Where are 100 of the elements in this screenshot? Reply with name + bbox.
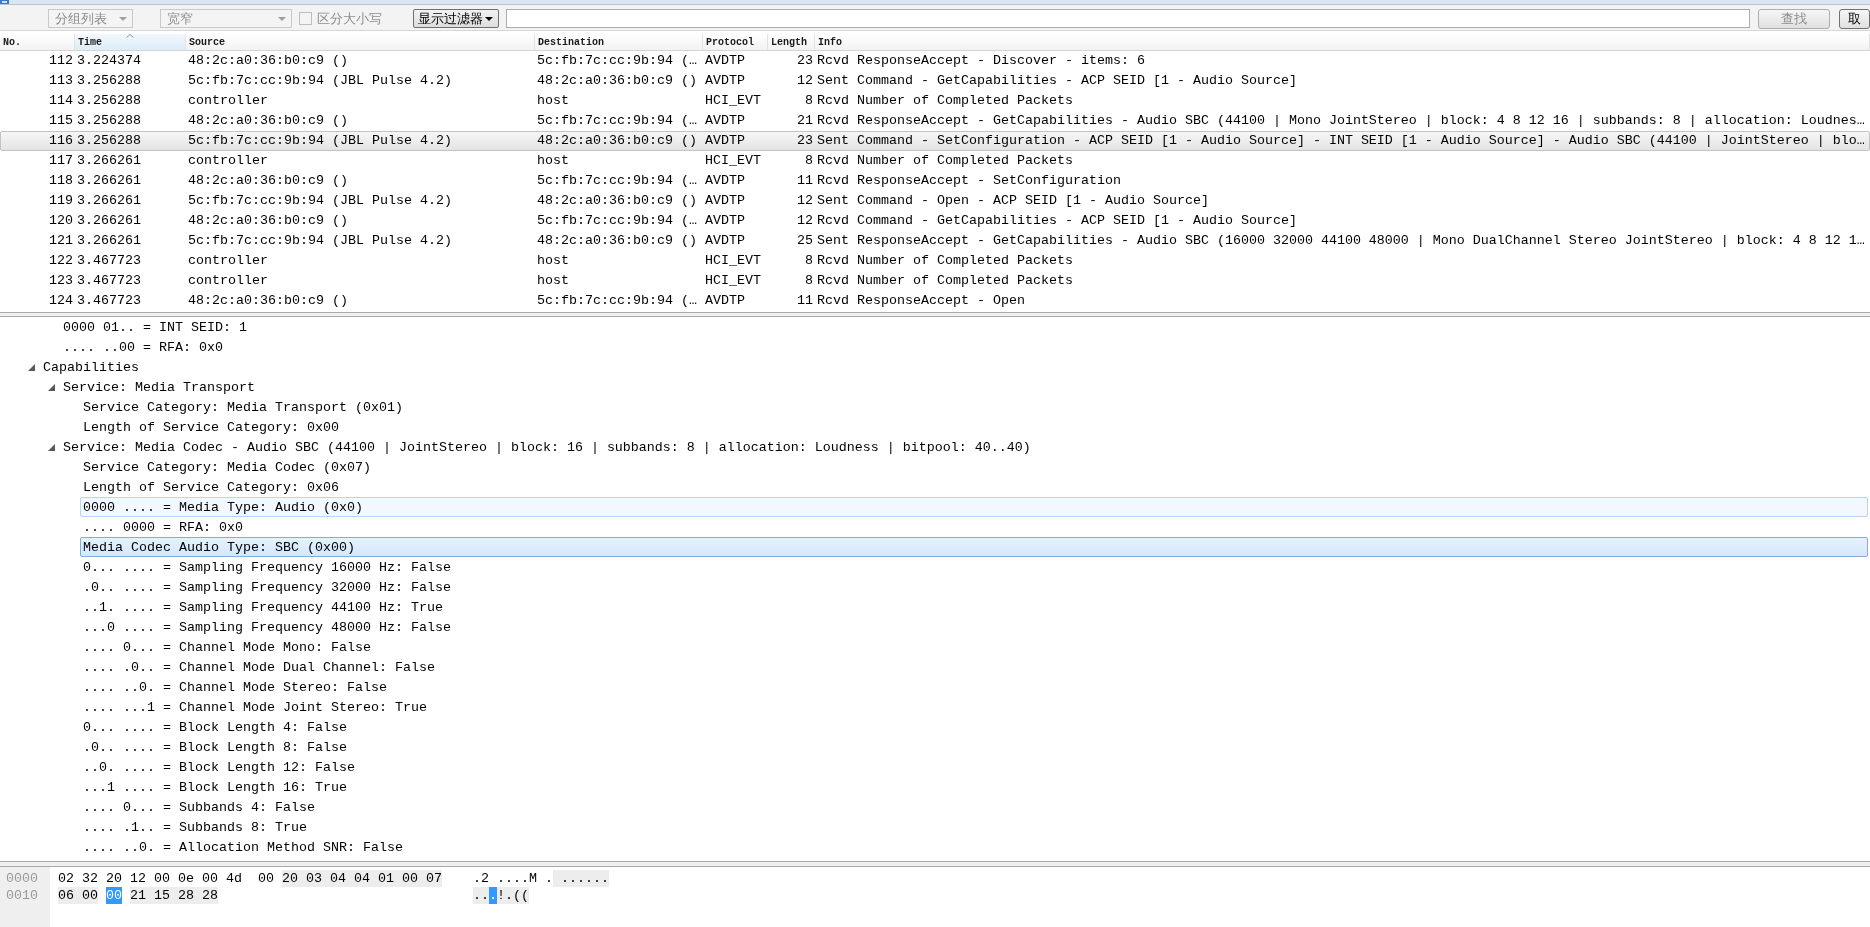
table-cell-text: 112 (48, 52, 74, 70)
table-cell-text: controller (187, 152, 269, 170)
tree-caret-icon[interactable] (48, 383, 55, 391)
table-cell-text: AVDTP (704, 192, 746, 210)
table-cell-text: 3.224374 (76, 52, 142, 70)
column-header[interactable]: Protocol (703, 34, 768, 50)
column-header[interactable]: Time (75, 34, 186, 50)
packet-row[interactable]: 114 3.256288 controller host HCI_EVT 8 Rcvd Number of Completed Packets (0, 91, 1870, 111)
tree-item[interactable]: ...0 .... = Sampling Frequency 48000 Hz: False (80, 617, 454, 637)
hex-bytes[interactable]: 21 15 28 28 (130, 887, 218, 904)
packet-row[interactable] (0, 131, 1870, 151)
column-header[interactable]: Source (186, 34, 535, 50)
caret-icon (278, 16, 287, 21)
packet-row[interactable]: 124 3.467723 48:2c:a0:36:b0:c9 () 5c:fb:7c:cc:9b:94 (… AVDTP 11 Rcvd ResponseAccept - Open (0, 291, 1870, 311)
ascii-text[interactable]: ...... (553, 870, 609, 887)
tree-item[interactable]: Length of Service Category: 0x06 (80, 477, 342, 497)
packet-row[interactable]: 120 3.266261 48:2c:a0:36:b0:c9 () 5c:fb:7c:cc:9b:94 (… AVDTP 12 Rcvd Command - GetCapabilities - ACP SEID [1 - Audio Source] (0, 211, 1870, 231)
packet-row[interactable]: 122 3.467723 controller host HCI_EVT 8 Rcvd Number of Completed Packets (0, 251, 1870, 271)
table-cell-text: 12 (796, 72, 814, 90)
table-cell-text: 5c:fb:7c:cc:9b:94 (JBL Pulse 4.2) (187, 232, 453, 250)
byte-offset: 0010 (5, 888, 39, 903)
table-cell-text: 3.266261 (76, 152, 142, 170)
column-header[interactable]: Destination (535, 34, 703, 50)
table-cell-text: AVDTP (704, 292, 746, 310)
table-cell-text: HCI_EVT (704, 272, 762, 290)
tree-item[interactable]: .... .1.. = Subbands 8: True (80, 817, 310, 837)
tree-item[interactable]: .... ...1 = Channel Mode Joint Stereo: True (80, 697, 430, 717)
table-cell-text: 48:2c:a0:36:b0:c9 () (536, 72, 698, 90)
tree-item[interactable]: Media Codec Audio Type: SBC (0x00) (80, 537, 1868, 557)
table-cell-text: AVDTP (704, 212, 746, 230)
hex-bytes[interactable]: 20 03 04 04 01 00 07 (281, 870, 442, 887)
table-cell-text: 25 (796, 232, 814, 250)
packet-row[interactable]: 117 3.266261 controller host HCI_EVT 8 Rcvd Number of Completed Packets (0, 151, 1870, 171)
table-cell-text: AVDTP (704, 112, 746, 130)
table-cell-text: HCI_EVT (704, 152, 762, 170)
table-cell-text: 3.256288 (76, 92, 142, 110)
tree-item[interactable]: ...1 .... = Block Length 16: True (80, 777, 350, 797)
tree-item[interactable]: .... .0.. = Channel Mode Dual Channel: False (80, 657, 438, 677)
table-cell-text: host (536, 92, 570, 110)
table-cell-text: 124 (48, 292, 74, 310)
table-cell-text: Rcvd ResponseAccept - SetConfiguration (816, 172, 1122, 190)
table-cell-text: 5c:fb:7c:cc:9b:94 (JBL Pulse 4.2) (187, 132, 453, 150)
tree-item[interactable]: ..0. .... = Block Length 12: False (80, 757, 358, 777)
tree-item[interactable]: Capabilities (40, 357, 142, 377)
table-cell-text: 122 (48, 252, 74, 270)
table-cell-text: 5c:fb:7c:cc:9b:94 (… (536, 112, 698, 130)
tree-item[interactable]: .... ..0. = Allocation Method SNR: False (80, 837, 406, 857)
table-cell-text: 48:2c:a0:36:b0:c9 () (536, 192, 698, 210)
tree-item[interactable]: 0000 01.. = INT SEID: 1 (60, 317, 250, 337)
packet-row[interactable]: 113 3.256288 5c:fb:7c:cc:9b:94 (JBL Pulse 4.2) 48:2c:a0:36:b0:c9 () AVDTP 12 Sent Command - GetCapabilities - ACP SEID [1 - Audio Source] (0, 71, 1870, 91)
filter-field[interactable] (506, 9, 1750, 28)
table-cell-text: 11 (796, 172, 814, 190)
table-cell-text: 5c:fb:7c:cc:9b:94 (JBL Pulse 4.2) (187, 72, 453, 90)
tree-item[interactable]: .... ..0. = Channel Mode Stereo: False (80, 677, 390, 697)
packet-row[interactable]: 115 3.256288 48:2c:a0:36:b0:c9 () 5c:fb:7c:cc:9b:94 (… AVDTP 21 Rcvd ResponseAccept - GetCapabilities - Audio SBC (44100 | Mono JointStereo | block: 4 8 12 16 | subbands: 8 | allocation: Loudnes… (0, 111, 1870, 131)
ascii-text[interactable]: !.(( (497, 887, 529, 904)
column-header[interactable]: Info (815, 34, 1870, 50)
tree-item[interactable]: .... 0... = Channel Mode Mono: False (80, 637, 374, 657)
table-cell-text: AVDTP (704, 232, 746, 250)
tree-item[interactable]: .... 0... = Subbands 4: False (80, 797, 318, 817)
tree-item[interactable]: Service Category: Media Transport (0x01) (80, 397, 406, 417)
table-cell-text: 3.467723 (76, 292, 142, 310)
table-cell-text: 118 (48, 172, 74, 190)
tree-item[interactable]: Service: Media Transport (60, 377, 258, 397)
table-cell-text: 3.256288 (76, 112, 142, 130)
tree-item[interactable]: .0.. .... = Block Length 8: False (80, 737, 350, 757)
packet-row[interactable]: 119 3.266261 5c:fb:7c:cc:9b:94 (JBL Pulse 4.2) 48:2c:a0:36:b0:c9 () AVDTP 12 Sent Command - Open - ACP SEID [1 - Audio Source] (0, 191, 1870, 211)
tree-item[interactable]: .... ..00 = RFA: 0x0 (60, 337, 226, 357)
tree-item[interactable]: 0000 .... = Media Type: Audio (0x0) (80, 497, 1868, 517)
table-cell-text: 3.256288 (76, 132, 142, 150)
table-cell-text: 120 (48, 212, 74, 230)
tree-item[interactable]: ..1. .... = Sampling Frequency 44100 Hz: True (80, 597, 446, 617)
tree-caret-icon[interactable] (48, 443, 55, 451)
table-cell-text: AVDTP (704, 72, 746, 90)
caret-icon (485, 16, 494, 21)
column-header[interactable]: Length (768, 34, 815, 50)
filter-type-dropdown[interactable]: 显示过滤器 (413, 9, 500, 28)
table-cell-text: Sent Command - SetConfiguration - ACP SEID [1 - Audio Source] - INT SEID [1 - Audio Source] - Audio SBC (44100 | JointStereo | blo… (816, 132, 1866, 150)
packet-row[interactable]: 123 3.467723 controller host HCI_EVT 8 Rcvd Number of Completed Packets (0, 271, 1870, 291)
tree-caret-icon[interactable] (28, 363, 35, 371)
table-cell-text: 48:2c:a0:36:b0:c9 () (536, 232, 698, 250)
packet-row[interactable]: 118 3.266261 48:2c:a0:36:b0:c9 () 5c:fb:7c:cc:9b:94 (… AVDTP 11 Rcvd ResponseAccept - SetConfiguration (0, 171, 1870, 191)
tree-item[interactable]: Service: Media Codec - Audio SBC (44100 | JointStereo | block: 16 | subbands: 8 | allocation: Loudness | bitpool: 40..40) (60, 437, 1034, 457)
tree-item[interactable]: Length of Service Category: 0x00 (80, 417, 342, 437)
hex-bytes[interactable]: 02 32 20 12 00 0e 00 4d 00 (58, 870, 274, 887)
tree-item[interactable]: 0... .... = Sampling Frequency 16000 Hz: False (80, 557, 454, 577)
tree-item[interactable]: .0.. .... = Sampling Frequency 32000 Hz: False (80, 577, 454, 597)
table-cell-text: 5c:fb:7c:cc:9b:94 (… (536, 212, 698, 230)
tree-item[interactable]: 0... .... = Block Length 4: False (80, 717, 350, 737)
toolbar-button[interactable]: 取 (1839, 9, 1870, 29)
packet-row[interactable]: 112 3.224374 48:2c:a0:36:b0:c9 () 5c:fb:7c:cc:9b:94 (… AVDTP 23 Rcvd ResponseAccept - Discover - items: 6 (0, 51, 1870, 71)
hex-bytes[interactable]: 06 00 (58, 887, 98, 904)
table-cell-text: controller (187, 272, 269, 290)
tree-item[interactable]: .... 0000 = RFA: 0x0 (80, 517, 246, 537)
table-cell-text: 8 (804, 252, 814, 270)
table-cell-text: Rcvd Number of Completed Packets (816, 152, 1074, 170)
ascii-text[interactable]: .2 ....M . (473, 870, 553, 887)
table-cell-text: Rcvd ResponseAccept - Discover - items: 6 (816, 52, 1146, 70)
ascii-text[interactable]: .. (473, 887, 489, 904)
tree-item[interactable]: Service Category: Media Codec (0x07) (80, 457, 374, 477)
